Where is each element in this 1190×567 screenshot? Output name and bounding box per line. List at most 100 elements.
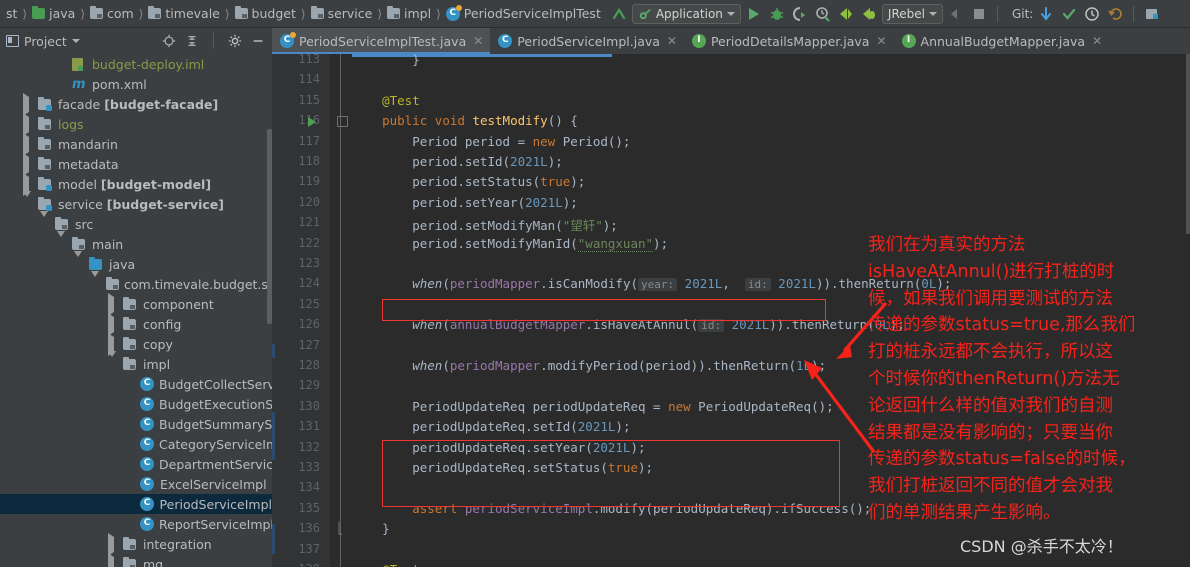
git-commit-button[interactable] — [1059, 4, 1079, 24]
code-line[interactable]: @Test — [352, 93, 420, 108]
hide-panel-icon[interactable] — [251, 34, 265, 48]
tree-item-mq[interactable]: mq — [0, 552, 272, 567]
code-line[interactable]: when(periodMapper.modifyPeriod(period)).… — [352, 358, 826, 373]
tree-item-java[interactable]: java — [0, 250, 272, 274]
tree-item-categoryserviceimp[interactable]: CategoryServiceImp — [0, 434, 272, 454]
code-line[interactable]: periodUpdateReq.setId(2021L); — [352, 419, 630, 434]
code-line[interactable]: period.setStatus(true); — [352, 174, 585, 189]
chevron-right-icon[interactable] — [108, 532, 119, 556]
git-history-button[interactable] — [1082, 4, 1102, 24]
tab-periodserviceimpltest[interactable]: PeriodServiceImplTest.java ✕ — [272, 28, 491, 54]
tree-item-copy[interactable]: copy — [0, 332, 272, 356]
tree-item-periodserviceimpl[interactable]: PeriodServiceImpl — [0, 494, 272, 514]
tree-item-excelserviceimpl[interactable]: ExcelServiceImpl — [0, 474, 272, 494]
run-button[interactable] — [744, 4, 764, 24]
close-icon[interactable]: ✕ — [1092, 34, 1102, 48]
code-line[interactable]: period.setModifyMan("望轩"); — [352, 215, 618, 234]
run-configuration-selector[interactable]: Application — [631, 3, 741, 24]
tree-item-impl[interactable]: impl — [0, 350, 272, 374]
project-title[interactable]: Project — [6, 34, 80, 49]
code-line[interactable]: PeriodUpdateReq periodUpdateReq = new Pe… — [352, 399, 833, 414]
chevron-right-icon[interactable] — [23, 132, 34, 156]
tree-item-main[interactable]: main — [0, 230, 272, 254]
tree-item-departmentservicei[interactable]: DepartmentServiceI — [0, 454, 272, 474]
collapse-all-icon[interactable] — [185, 34, 199, 48]
breadcrumb-item-service[interactable]: service — [310, 6, 372, 21]
breadcrumb-item-timevale[interactable]: timevale — [148, 6, 220, 21]
tree-item-config[interactable]: config — [0, 312, 272, 336]
breadcrumb-item-impl[interactable]: impl — [387, 6, 431, 21]
git-rollback-button[interactable] — [1105, 4, 1125, 24]
editor-folding-strip[interactable] — [330, 54, 352, 567]
tree-item-budgetsummaryser[interactable]: BudgetSummarySer — [0, 414, 272, 434]
chevron-down-icon[interactable] — [91, 270, 102, 292]
tree-item-budgetexecutionser[interactable]: BudgetExecutionSer — [0, 394, 272, 414]
tree-item-reportserviceimpl[interactable]: ReportServiceImpl — [0, 514, 272, 534]
tree-item-metadata[interactable]: metadata — [0, 152, 272, 176]
chevron-down-icon[interactable] — [40, 210, 51, 232]
tree-item-src[interactable]: src — [0, 210, 272, 234]
folder-package-icon — [234, 6, 248, 19]
close-icon[interactable]: ✕ — [667, 34, 677, 48]
chevron-right-icon[interactable] — [23, 152, 34, 176]
code-line[interactable]: @Test — [352, 562, 420, 567]
tab-periodserviceimpl[interactable]: PeriodServiceImpl.java ✕ — [490, 28, 684, 54]
fold-end-icon[interactable]: ⎣ — [337, 522, 344, 535]
chevron-right-icon[interactable] — [23, 172, 34, 196]
code-line[interactable]: Period period = new Period(); — [352, 134, 630, 149]
settings-button[interactable] — [1142, 4, 1162, 24]
chevron-right-icon[interactable] — [23, 112, 34, 136]
debug-button[interactable] — [767, 4, 787, 24]
breadcrumb-item-periodserviceimpltest[interactable]: PeriodServiceImplTest — [445, 4, 601, 21]
tab-perioddetailsmapper[interactable]: PeriodDetailsMapper.java ✕ — [684, 28, 894, 54]
code-line[interactable]: period.setYear(2021L); — [352, 195, 578, 210]
code-line[interactable]: period.setModifyManId("wangxuan"); — [352, 235, 668, 252]
navigate-up-icon[interactable] — [609, 4, 629, 24]
tree-item-integration[interactable]: integration — [0, 532, 272, 556]
editor-scrollbar[interactable] — [1186, 54, 1190, 234]
tree-item-budget-deploy-iml[interactable]: budget-deploy.iml — [0, 54, 272, 74]
project-tree[interactable]: budget-deploy.iml m pom.xml facade [budget-… — [0, 54, 272, 567]
chevron-down-icon[interactable] — [108, 350, 119, 372]
run-with-coverage-button[interactable] — [790, 4, 810, 24]
stop-button[interactable] — [969, 4, 989, 24]
jrebel-selector[interactable]: JRebel — [881, 3, 943, 24]
chevron-right-icon[interactable] — [108, 312, 119, 336]
attach-button[interactable] — [946, 4, 966, 24]
chevron-right-icon[interactable] — [108, 552, 119, 567]
breadcrumb-item-budget[interactable]: budget — [234, 6, 296, 21]
rebel-run-button[interactable] — [836, 4, 856, 24]
code-line[interactable]: } — [352, 521, 390, 536]
breadcrumb-item-java[interactable]: java — [32, 6, 75, 21]
chevron-down-icon[interactable] — [74, 250, 85, 272]
close-icon[interactable]: ✕ — [876, 34, 886, 48]
close-icon[interactable]: ✕ — [473, 34, 483, 48]
fold-collapse-icon[interactable] — [337, 116, 348, 128]
code-line[interactable]: period.setId(2021L); — [352, 154, 563, 169]
tree-item-pom-xml[interactable]: m pom.xml — [0, 74, 272, 94]
tree-item-facade[interactable]: facade [budget-facade] — [0, 92, 272, 116]
tree-item-budgetcollectservic[interactable]: BudgetCollectServic — [0, 374, 272, 394]
git-update-button[interactable] — [1036, 4, 1056, 24]
tree-item-model[interactable]: model [budget-model] — [0, 172, 272, 196]
code-line[interactable]: public void testModify() { — [352, 113, 578, 128]
breadcrumb-item-com[interactable]: com — [90, 6, 134, 21]
gear-icon[interactable] — [228, 34, 242, 48]
tree-item-logs[interactable]: logs — [0, 112, 272, 136]
chevron-down-icon[interactable] — [23, 190, 34, 212]
run-test-gutter-icon[interactable] — [308, 117, 316, 128]
rebel-debug-button[interactable] — [859, 4, 879, 24]
chevron-right-icon[interactable] — [108, 292, 119, 316]
tree-item-mandarin[interactable]: mandarin — [0, 132, 272, 156]
code-line[interactable]: } — [352, 54, 420, 67]
chevron-right-icon[interactable] — [23, 92, 34, 116]
tab-annualbudgetmapper[interactable]: AnnualBudgetMapper.java ✕ — [894, 28, 1110, 54]
profile-button[interactable] — [813, 4, 833, 24]
tree-item-com-timevale-budget-servi[interactable]: com.timevale.budget.servi — [0, 270, 272, 294]
chevron-right-icon[interactable] — [108, 332, 119, 356]
locate-icon[interactable] — [162, 34, 176, 48]
chevron-down-icon[interactable] — [57, 230, 68, 252]
tree-item-component[interactable]: component — [0, 292, 272, 316]
code-line[interactable]: when(periodMapper.isCanModify(year: 2021… — [352, 276, 951, 292]
breadcrumb-item-st[interactable]: st — [2, 6, 17, 21]
